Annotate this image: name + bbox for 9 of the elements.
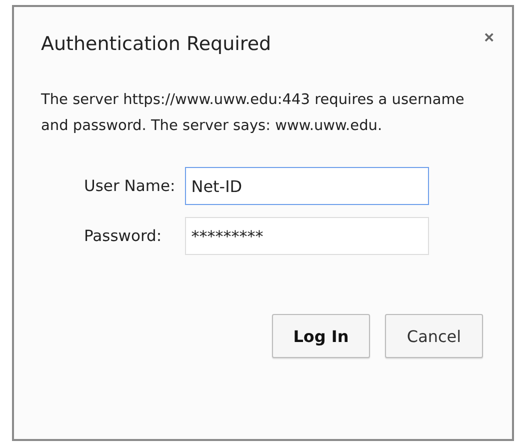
field-label: Password:	[84, 227, 163, 245]
close-button[interactable]: ×	[482, 29, 496, 46]
log-in-button[interactable]: Log In	[272, 314, 370, 358]
field-label: User Name:	[84, 177, 176, 195]
cancel-button[interactable]: Cancel	[385, 314, 483, 358]
input-field[interactable]: Net-ID	[185, 167, 430, 205]
dialog-title: Authentication Required	[41, 33, 272, 55]
input-field[interactable]: *********	[185, 217, 430, 255]
message-text: The server https://www.uww.edu:443 requires a username and password. The server says: www.uww.edu.	[41, 91, 466, 136]
